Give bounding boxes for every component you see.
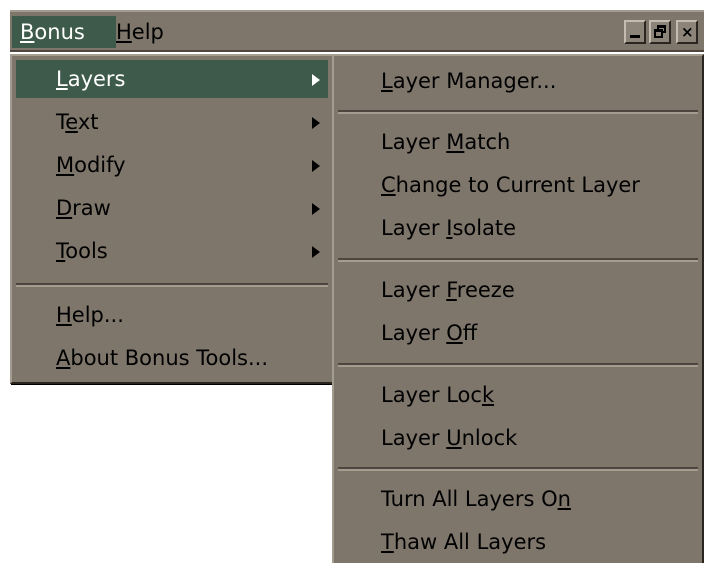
submenu-item-layer-freeze[interactable]: Layer Freeze bbox=[338, 271, 698, 309]
menu-item-about[interactable]: About Bonus Tools... bbox=[16, 339, 328, 377]
submenu-item-label: Layer Lock bbox=[381, 383, 495, 407]
submenu-arrow-icon bbox=[312, 203, 320, 215]
submenu-item-layer-isolate[interactable]: Layer Isolate bbox=[338, 209, 698, 247]
menu-separator bbox=[338, 258, 698, 262]
menu-item-label: Help... bbox=[56, 303, 124, 327]
close-icon: × bbox=[681, 23, 694, 41]
submenu-item-layer-match[interactable]: Layer Match bbox=[338, 123, 698, 161]
menu-item-label: About Bonus Tools... bbox=[56, 346, 269, 370]
submenu-item-label: Turn All Layers On bbox=[381, 487, 571, 511]
submenu-arrow-icon bbox=[312, 117, 320, 129]
submenu-item-turn-all-layers-on[interactable]: Turn All Layers On bbox=[338, 480, 698, 518]
restore-button[interactable] bbox=[649, 20, 671, 44]
menu-item-label: Tools bbox=[56, 239, 108, 263]
submenu-arrow-icon bbox=[312, 246, 320, 258]
minimize-button[interactable] bbox=[624, 20, 646, 44]
menu-item-draw[interactable]: Draw bbox=[16, 189, 328, 227]
menu-bonus-label: Bonus bbox=[20, 20, 85, 44]
submenu-item-label: Change to Current Layer bbox=[381, 173, 640, 197]
menu-item-label: Layers bbox=[56, 67, 126, 91]
menu-separator bbox=[338, 363, 698, 367]
menu-separator bbox=[338, 110, 698, 114]
menu-separator bbox=[16, 283, 328, 287]
bonus-dropdown-menu: Layers Text Modify Draw Tools Help... Ab… bbox=[10, 54, 334, 384]
submenu-item-label: Layer Freeze bbox=[381, 278, 515, 302]
menu-bar: Bonus Help × bbox=[10, 10, 704, 52]
submenu-item-label: Layer Off bbox=[381, 321, 478, 345]
submenu-item-change-to-current-layer[interactable]: Change to Current Layer bbox=[338, 166, 698, 204]
submenu-item-label: Layer Unlock bbox=[381, 426, 518, 450]
submenu-item-label: Layer Manager... bbox=[381, 69, 557, 93]
close-button[interactable]: × bbox=[676, 20, 698, 44]
submenu-arrow-icon bbox=[312, 160, 320, 172]
menu-help[interactable]: Help bbox=[108, 16, 172, 48]
submenu-item-layer-unlock[interactable]: Layer Unlock bbox=[338, 419, 698, 457]
submenu-arrow-icon bbox=[312, 74, 320, 86]
menu-item-label: Modify bbox=[56, 153, 126, 177]
menu-bonus[interactable]: Bonus bbox=[12, 16, 116, 48]
menu-item-help[interactable]: Help... bbox=[16, 296, 328, 334]
submenu-item-thaw-all-layers[interactable]: Thaw All Layers bbox=[338, 523, 698, 561]
menu-item-tools[interactable]: Tools bbox=[16, 232, 328, 270]
menu-item-modify[interactable]: Modify bbox=[16, 146, 328, 184]
menu-item-text[interactable]: Text bbox=[16, 103, 328, 141]
minimize-icon bbox=[630, 35, 640, 38]
menu-help-label: Help bbox=[116, 20, 164, 44]
submenu-item-layer-manager[interactable]: Layer Manager... bbox=[338, 62, 698, 100]
submenu-item-label: Thaw All Layers bbox=[381, 530, 547, 554]
menu-item-label: Draw bbox=[56, 196, 111, 220]
menu-item-label: Text bbox=[56, 110, 99, 134]
submenu-item-label: Layer Match bbox=[381, 130, 511, 154]
submenu-item-label: Layer Isolate bbox=[381, 216, 517, 240]
layers-submenu: Layer Manager... Layer Match Change to C… bbox=[332, 54, 704, 563]
submenu-item-layer-lock[interactable]: Layer Lock bbox=[338, 376, 698, 414]
menu-separator bbox=[338, 467, 698, 471]
menu-item-layers[interactable]: Layers bbox=[16, 60, 328, 98]
submenu-item-layer-off[interactable]: Layer Off bbox=[338, 314, 698, 352]
